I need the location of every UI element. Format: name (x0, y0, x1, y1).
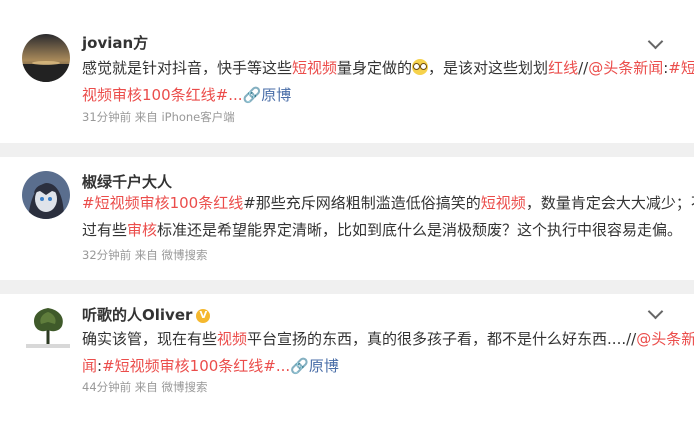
highlight-text: 红线 (548, 59, 579, 77)
topic-link[interactable]: # (82, 194, 95, 212)
highlight-text: 短视频 (292, 59, 338, 77)
avatar[interactable] (26, 304, 70, 348)
post-card: 听歌的人Oliver V 确实该管，现在有些视频平台宣扬的东西，真的很多孩子看，都… (0, 294, 694, 423)
chevron-down-icon[interactable] (647, 303, 664, 320)
content-text: 平台宣扬的东西，真的很多孩子看，都不是什么好东西....// (247, 330, 637, 348)
divider (0, 143, 694, 157)
post-content: 确实该管，现在有些视频平台宣扬的东西，真的很多孩子看，都不是什么好东西..../… (82, 326, 694, 380)
content-line: #短视频审核100条红线#那些充斥网络粗制滥造低俗搞笑的短视频，数量肯定会大大减… (82, 190, 694, 217)
content-text: ，数量肯定会大大减少；不 (525, 194, 694, 212)
post-meta: 32分钟前 来自 微博搜索 (82, 248, 208, 262)
content-line: 确实该管，现在有些视频平台宣扬的东西，真的很多孩子看，都不是什么好东西..../… (82, 326, 694, 353)
divider (0, 280, 694, 294)
content-text: // (578, 59, 589, 77)
comment-feed: jovian方 感觉就是针对抖音，快手等这些短视频量身定做的 ，是该对这些划划红线… (0, 0, 694, 423)
original-post-link[interactable]: 🔗原博 (290, 357, 339, 375)
username-row: 听歌的人Oliver V (82, 304, 211, 325)
highlight-text: 短视频 (480, 194, 526, 212)
post-meta: 31分钟前 来自 iPhone客户端 (82, 110, 235, 124)
emoji-icon (412, 59, 429, 75)
content-text: 确实该管，现在有些 (82, 330, 218, 348)
content-text: 量身定做的 (337, 59, 413, 77)
post-content: 感觉就是针对抖音，快手等这些短视频量身定做的 ，是该对这些划划红线//@头条新闻:… (82, 55, 694, 109)
highlight-text: 审核 (127, 221, 158, 239)
topic-link[interactable]: @头条新闻 (588, 59, 663, 77)
post-card: jovian方 感觉就是针对抖音，快手等这些短视频量身定做的 ，是该对这些划划红线… (0, 18, 694, 143)
content-text: #那些充斥网络粗制滥造低俗搞笑的 (243, 194, 481, 212)
topic-link[interactable]: 视频审核100条红线#... (82, 86, 243, 104)
avatar[interactable] (22, 34, 70, 82)
content-text: ，是该对这些划划 (428, 59, 549, 77)
topic-link[interactable]: 闻 (82, 357, 97, 375)
post-card: 椒绿千户大人 #短视频审核100条红线#那些充斥网络粗制滥造低俗搞笑的短视频，数… (0, 157, 694, 280)
username[interactable]: 听歌的人Oliver (82, 306, 192, 324)
content-text: 过有些 (82, 221, 128, 239)
content-line: 过有些审核标准还是希望能界定清晰，比如到底什么是消极颓废？这个执行中很容易走偏。 (82, 217, 694, 244)
content-text: 感觉就是针对抖音，快手等这些 (82, 59, 293, 77)
avatar[interactable] (22, 171, 70, 219)
topic-link[interactable]: #短 (668, 59, 694, 77)
original-post-link[interactable]: 🔗原博 (243, 86, 292, 104)
post-content: #短视频审核100条红线#那些充斥网络粗制滥造低俗搞笑的短视频，数量肯定会大大减… (82, 190, 694, 244)
topic-link[interactable]: @头条新 (636, 330, 694, 348)
content-text: 标准还是希望能界定清晰，比如到底什么是消极颓废？这个执行中很容易走偏。 (157, 221, 683, 239)
chevron-down-icon[interactable] (647, 33, 664, 50)
content-line: 闻:#短视频审核100条红线#...🔗原博 (82, 353, 694, 380)
content-line: 视频审核100条红线#...🔗原博 (82, 82, 694, 109)
verified-badge-icon: V (196, 309, 211, 323)
post-meta: 44分钟前 来自 微博搜索 (82, 380, 208, 394)
content-line: 感觉就是针对抖音，快手等这些短视频量身定做的 ，是该对这些划划红线//@头条新闻:… (82, 55, 694, 82)
username[interactable]: jovian方 (82, 32, 148, 53)
highlight-text: 视频 (217, 330, 248, 348)
topic-link[interactable]: #短视频审核100条红线#... (102, 357, 290, 375)
username[interactable]: 椒绿千户大人 (82, 171, 172, 192)
topic-link[interactable]: 短视频审核100条红线 (95, 194, 244, 212)
